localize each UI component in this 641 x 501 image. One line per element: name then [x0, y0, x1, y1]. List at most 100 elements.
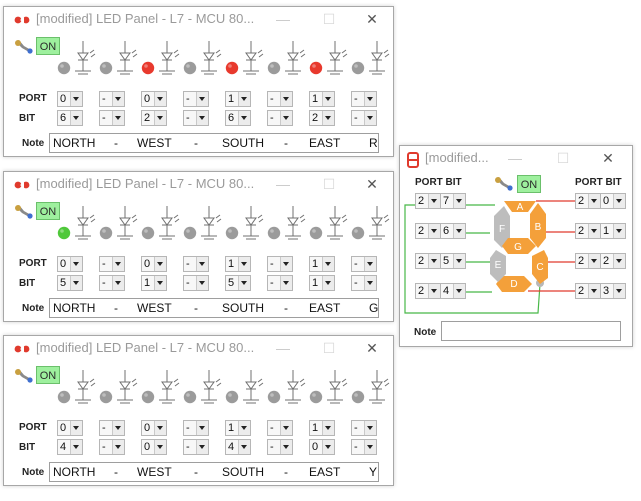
note-field[interactable]: NORTH - WEST - SOUTH - EAST G	[49, 298, 379, 318]
port-select-4[interactable]: -	[183, 256, 209, 272]
port-select-6[interactable]: -	[267, 256, 293, 272]
bit-select-6[interactable]: -	[267, 439, 293, 455]
port-select-5[interactable]: 1	[225, 91, 251, 107]
note-field[interactable]: NORTH - WEST - SOUTH - EAST Y	[49, 462, 379, 482]
port-select-8[interactable]: -	[351, 256, 377, 272]
left-bit-select-3[interactable]: 5	[440, 253, 466, 269]
port-select-1[interactable]: 0	[57, 420, 83, 436]
led-4-off[interactable]	[183, 370, 222, 404]
right-port-select-2[interactable]: 2	[575, 223, 601, 239]
bit-select-2[interactable]: -	[99, 439, 125, 455]
bit-select-7[interactable]: 1	[309, 275, 335, 291]
led-7-red[interactable]	[309, 41, 348, 75]
port-select-5[interactable]: 1	[225, 256, 251, 272]
led-1-off[interactable]	[57, 370, 96, 404]
port-select-7[interactable]: 1	[309, 256, 335, 272]
port-select-7[interactable]: 1	[309, 420, 335, 436]
note-field[interactable]	[441, 321, 621, 341]
bit-select-1[interactable]: 4	[57, 439, 83, 455]
led-6-off[interactable]	[267, 370, 306, 404]
bit-select-2[interactable]: -	[99, 275, 125, 291]
left-port-select-3[interactable]: 2	[415, 253, 441, 269]
bit-select-2[interactable]: -	[99, 110, 125, 126]
port-select-3[interactable]: 0	[141, 91, 167, 107]
led-5-off[interactable]	[225, 206, 264, 240]
led-4-off[interactable]	[183, 206, 222, 240]
port-select-4[interactable]: -	[183, 420, 209, 436]
bit-select-8[interactable]: -	[351, 439, 377, 455]
led-2-off[interactable]	[99, 206, 138, 240]
bit-select-8[interactable]: -	[351, 275, 377, 291]
right-bit-select-2[interactable]: 1	[600, 223, 626, 239]
port-select-1[interactable]: 0	[57, 91, 83, 107]
led-5-off[interactable]	[225, 370, 264, 404]
led-4-off[interactable]	[183, 41, 222, 75]
left-bit-select-4[interactable]: 4	[440, 283, 466, 299]
port-select-2[interactable]: -	[99, 91, 125, 107]
bit-select-3[interactable]: 1	[141, 275, 167, 291]
right-port-select-3[interactable]: 2	[575, 253, 601, 269]
bit-select-5[interactable]: 4	[225, 439, 251, 455]
led-1-green[interactable]	[57, 206, 96, 240]
led-1-off[interactable]	[57, 41, 96, 75]
left-bit-select-1[interactable]: 7	[440, 193, 466, 209]
port-select-7[interactable]: 1	[309, 91, 335, 107]
bit-select-4[interactable]: -	[183, 439, 209, 455]
led-2-off[interactable]	[99, 41, 138, 75]
port-label: PORT	[19, 258, 47, 269]
port-select-3[interactable]: 0	[141, 256, 167, 272]
right-bit-select-3[interactable]: 2	[600, 253, 626, 269]
bit-select-6[interactable]: -	[267, 110, 293, 126]
led-3-off[interactable]	[141, 370, 180, 404]
led-3-red[interactable]	[141, 41, 180, 75]
right-port-select-1[interactable]: 2	[575, 193, 601, 209]
right-bit-select-1[interactable]: 0	[600, 193, 626, 209]
port-select-3[interactable]: 0	[141, 420, 167, 436]
port-select-8[interactable]: -	[351, 91, 377, 107]
led-3-off[interactable]	[141, 206, 180, 240]
led-8-off[interactable]	[351, 206, 390, 240]
bit-select-7[interactable]: 2	[309, 110, 335, 126]
right-bit-select-4[interactable]: 3	[600, 283, 626, 299]
bit-select-3[interactable]: 0	[141, 439, 167, 455]
bit-select-1[interactable]: 5	[57, 275, 83, 291]
bit-select-3[interactable]: 2	[141, 110, 167, 126]
led-7-off[interactable]	[309, 370, 348, 404]
port-select-5[interactable]: 1	[225, 420, 251, 436]
led-2-off[interactable]	[99, 370, 138, 404]
bit-select-4[interactable]: -	[183, 110, 209, 126]
led-8-off[interactable]	[351, 370, 390, 404]
bit-select-8-value: -	[354, 441, 358, 453]
note-label: Note	[22, 467, 45, 478]
bit-select-5[interactable]: 5	[225, 275, 251, 291]
led-6-off[interactable]	[267, 41, 306, 75]
port-select-1[interactable]: 0	[57, 256, 83, 272]
bit-select-6[interactable]: -	[267, 275, 293, 291]
led-8-off[interactable]	[351, 41, 390, 75]
led-7-off[interactable]	[309, 206, 348, 240]
led-6-off[interactable]	[267, 206, 306, 240]
chevron-down-icon	[364, 440, 376, 454]
bit-label: BIT	[19, 278, 36, 289]
led-5-red[interactable]	[225, 41, 264, 75]
bit-select-5[interactable]: 6	[225, 110, 251, 126]
left-bit-select-2[interactable]: 6	[440, 223, 466, 239]
bit-select-4[interactable]: -	[183, 275, 209, 291]
port-select-4[interactable]: -	[183, 91, 209, 107]
chevron-down-icon	[280, 276, 292, 290]
left-port-select-2[interactable]: 2	[415, 223, 441, 239]
bit-select-8[interactable]: -	[351, 110, 377, 126]
port-select-8[interactable]: -	[351, 420, 377, 436]
port-select-6[interactable]: -	[267, 420, 293, 436]
bit-select-1[interactable]: 6	[57, 110, 83, 126]
chevron-down-icon	[453, 284, 465, 298]
note-field[interactable]: NORTH - WEST - SOUTH - EAST R	[49, 133, 379, 153]
left-port-select-1[interactable]: 2	[415, 193, 441, 209]
port-select-2[interactable]: -	[99, 256, 125, 272]
left-port-select-4[interactable]: 2	[415, 283, 441, 299]
port-select-6[interactable]: -	[267, 91, 293, 107]
note-value-7: EAST	[309, 301, 341, 315]
bit-select-7[interactable]: 0	[309, 439, 335, 455]
right-port-select-4[interactable]: 2	[575, 283, 601, 299]
port-select-2[interactable]: -	[99, 420, 125, 436]
